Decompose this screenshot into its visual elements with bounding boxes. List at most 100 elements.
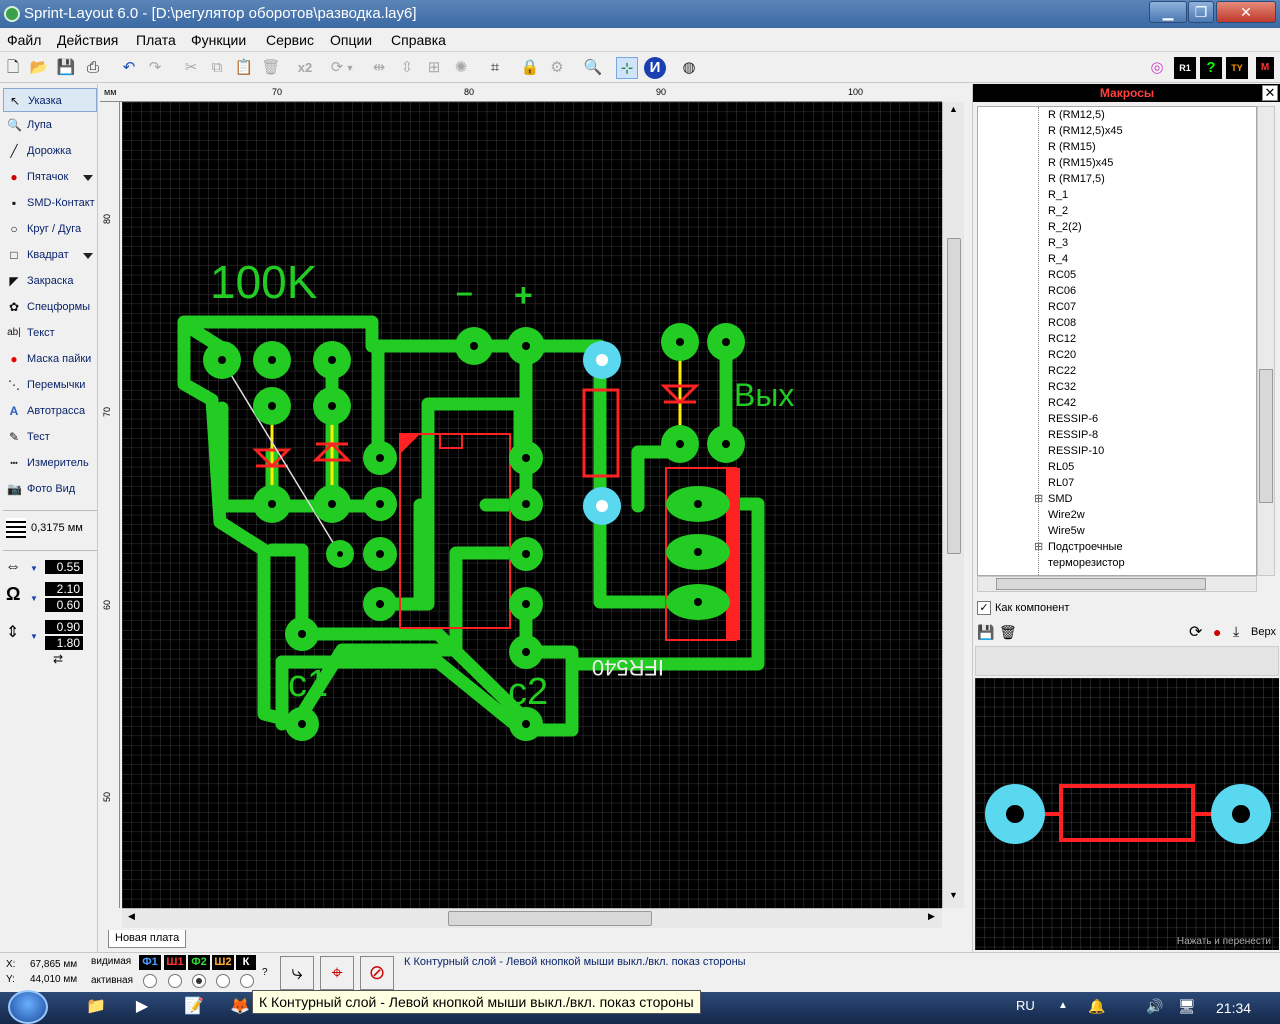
label-out[interactable]: Вых	[734, 377, 794, 413]
scroll-thumb[interactable]	[448, 911, 652, 926]
mirror-h-icon[interactable]: ⇹	[368, 57, 390, 79]
macro-tree-item[interactable]: RC12	[1048, 333, 1076, 345]
ty-icon[interactable]: TY	[1226, 57, 1248, 79]
macro-tree[interactable]: R (RM12,5) R (RM12,5)x45 R (RM15) R (RM15)x…	[977, 106, 1257, 576]
rotate-icon[interactable]: ⟳	[1189, 622, 1202, 642]
radio-sh1[interactable]	[168, 974, 182, 988]
tool-zoom[interactable]: 🔍 Лупа	[3, 113, 97, 137]
minimize-button[interactable]: ▁	[1149, 1, 1187, 23]
expand-icon[interactable]: ⊞	[1034, 492, 1043, 505]
macro-tree-item[interactable]: RL07	[1048, 477, 1074, 489]
label-plus[interactable]: +	[514, 277, 533, 313]
menu-board[interactable]: Плата	[136, 32, 176, 48]
top-side-label[interactable]: Верх	[1251, 626, 1276, 638]
info-icon[interactable]: И	[644, 57, 666, 79]
scroll-right-icon[interactable]: ▶	[928, 911, 935, 922]
close-icon[interactable]: ✕	[1262, 85, 1278, 101]
macro-tree-item[interactable]: R (RM15)x45	[1048, 157, 1113, 169]
connections-icon[interactable]: ⌗	[484, 57, 506, 79]
photoplot-icon[interactable]: ◍	[678, 57, 700, 79]
tool-smd[interactable]: ▪ SMD-Контакт	[3, 191, 97, 215]
tool-circle[interactable]: ○ Круг / Дуга	[3, 217, 97, 241]
layer-f1[interactable]: Ф1	[139, 955, 161, 970]
menu-actions[interactable]: Действия	[57, 32, 118, 48]
delete-icon[interactable]: 🗑	[999, 624, 1017, 641]
menu-functions[interactable]: Функции	[191, 32, 246, 48]
macro-tree-item[interactable]: RC22	[1048, 365, 1076, 377]
tool-measure[interactable]: ┅ Измеритель	[3, 451, 97, 475]
tray-app-icon[interactable]: 🔔	[1088, 998, 1105, 1015]
radio-k[interactable]	[240, 974, 254, 988]
grid-size-label[interactable]: 0,3175 мм	[31, 522, 83, 534]
group-icon[interactable]: ⚙	[546, 57, 568, 79]
smd-width-value[interactable]: 0.90	[45, 620, 83, 634]
tool-fill[interactable]: ◤ Закраска	[3, 269, 97, 293]
grid-icon[interactable]	[6, 518, 26, 538]
pcb-canvas[interactable]: 100K – + Вых c1 c2 IFR540	[122, 102, 942, 908]
macro-tree-item[interactable]: R (RM17,5)	[1048, 173, 1105, 185]
pad-outer-value[interactable]: 2.10	[45, 582, 83, 596]
canvas-vertical-scrollbar[interactable]: ▲ ▼	[942, 102, 964, 908]
layer-sh1[interactable]: Ш1	[164, 955, 186, 970]
copy-icon[interactable]: ⧉	[206, 57, 228, 79]
explorer-icon[interactable]: 📁	[82, 996, 110, 1020]
crosshair-icon[interactable]: ⌖	[320, 956, 354, 990]
rotate-dropdown-icon[interactable]: ▼	[344, 57, 356, 79]
scroll-up-icon[interactable]: ▲	[949, 104, 958, 114]
macro-tree-item[interactable]: ⊞ SMD	[1034, 493, 1072, 505]
tool-autoroute[interactable]: A Автотрасса	[3, 399, 97, 423]
chevron-down-icon[interactable]	[83, 253, 93, 259]
menu-help[interactable]: Справка	[391, 32, 446, 48]
tool-test[interactable]: ✎ Тест	[3, 425, 97, 449]
radio-f1[interactable]	[143, 974, 157, 988]
new-file-icon[interactable]: 🗋	[2, 57, 24, 79]
help-icon[interactable]: ?	[262, 967, 268, 978]
maximize-button[interactable]: ❐	[1188, 1, 1214, 23]
smd-height-value[interactable]: 1.80	[45, 636, 83, 650]
chevron-down-icon[interactable]: ▼	[30, 564, 38, 573]
chevron-down-icon[interactable]: ▼	[30, 632, 38, 641]
tool-special[interactable]: ✿ Спецформы	[3, 295, 97, 319]
notepad-icon[interactable]: 📝	[180, 996, 208, 1020]
undo-icon[interactable]: ↶	[118, 57, 140, 79]
print-icon[interactable]: ⎙	[82, 57, 104, 79]
macro-tree-item[interactable]: RC32	[1048, 381, 1076, 393]
cut-icon[interactable]: ✂	[180, 57, 202, 79]
macro-tree-item[interactable]: ⊞ Подстроечные	[1034, 541, 1123, 553]
macro-tree-item[interactable]: R_2	[1048, 205, 1068, 217]
pad-inner-value[interactable]: 0.60	[45, 598, 83, 612]
delete-icon[interactable]: 🗑	[260, 57, 282, 79]
scroll-thumb[interactable]	[1259, 369, 1273, 503]
menu-service[interactable]: Сервис	[266, 32, 314, 48]
scroll-down-icon[interactable]: ▼	[949, 890, 958, 900]
redo-icon[interactable]: ↷	[144, 57, 166, 79]
layer-k[interactable]: К	[236, 955, 256, 970]
record-icon[interactable]: ●	[1213, 624, 1221, 640]
import-icon[interactable]: ⤓	[1233, 623, 1239, 640]
close-button[interactable]: ✕	[1216, 1, 1276, 23]
macro-tree-item[interactable]: R (RM15)	[1048, 141, 1096, 153]
pcb-board[interactable]: 100K – + Вых c1 c2 IFR540	[122, 102, 942, 908]
label-c1[interactable]: c1	[288, 663, 328, 705]
macro-tree-item[interactable]: RESSIP-6	[1048, 413, 1098, 425]
macro-tree-item[interactable]: R_1	[1048, 189, 1068, 201]
track-width-value[interactable]: 0.55	[45, 560, 83, 574]
network-icon[interactable]: 🖥	[1178, 998, 1196, 1015]
macro-tree-item[interactable]: RESSIP-10	[1048, 445, 1104, 457]
paste-icon[interactable]: 📋	[233, 57, 255, 79]
drc-icon[interactable]: ?	[1200, 57, 1222, 79]
clock[interactable]: 21:34	[1216, 1000, 1251, 1016]
label-chip[interactable]: IFR540	[592, 655, 664, 680]
pad-ring-icon[interactable]: ◎	[1146, 57, 1168, 79]
expand-icon[interactable]: ⊞	[1034, 540, 1043, 553]
macro-preview[interactable]: Нажать и перенести	[975, 678, 1279, 950]
macro-tree-item[interactable]: RC08	[1048, 317, 1076, 329]
volume-icon[interactable]: 🔊	[1146, 998, 1163, 1015]
layer-f2[interactable]: Ф2	[188, 955, 210, 970]
zoom-fit-icon[interactable]: ⊹	[616, 57, 638, 79]
tool-text[interactable]: ab| Текст	[3, 321, 97, 345]
tool-rect[interactable]: □ Квадрат	[3, 243, 97, 267]
macro-r1-icon[interactable]: R1	[1174, 57, 1196, 79]
tree-horizontal-scrollbar[interactable]	[977, 576, 1257, 592]
chevron-down-icon[interactable]: ▼	[30, 594, 38, 603]
